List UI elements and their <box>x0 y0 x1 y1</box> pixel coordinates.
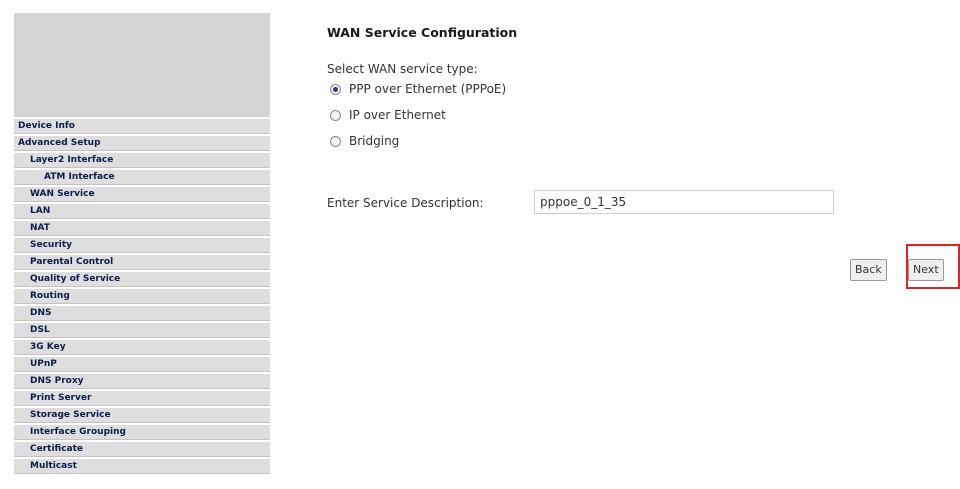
option-pppoe[interactable]: PPP over Ethernet (PPPoE) <box>327 80 506 98</box>
next-button[interactable]: Next <box>908 259 944 281</box>
sidebar-menu: Device Info Advanced Setup Layer2 Interf… <box>14 119 270 474</box>
main-content: WAN Service Configuration Select WAN ser… <box>327 0 960 489</box>
sidebar-item-dns[interactable]: DNS <box>14 306 270 321</box>
sidebar-item-upnp[interactable]: UPnP <box>14 357 270 372</box>
radio-bridging[interactable] <box>330 135 341 147</box>
logo-area <box>14 13 270 117</box>
sidebar-item-storage-service[interactable]: Storage Service <box>14 408 270 423</box>
radio-ipoe[interactable] <box>330 109 341 121</box>
sidebar-item-nat[interactable]: NAT <box>14 221 270 236</box>
radio-pppoe[interactable] <box>330 83 341 95</box>
sidebar-item-print-server[interactable]: Print Server <box>14 391 270 406</box>
sidebar-item-dns-proxy[interactable]: DNS Proxy <box>14 374 270 389</box>
sidebar-item-parental-control[interactable]: Parental Control <box>14 255 270 270</box>
service-description-input[interactable] <box>534 190 834 214</box>
sidebar-item-layer2-interface[interactable]: Layer2 Interface <box>14 153 270 168</box>
service-description-label: Enter Service Description: <box>327 196 484 210</box>
sidebar-item-atm-interface[interactable]: ATM Interface <box>14 170 270 185</box>
sidebar-item-3g-key[interactable]: 3G Key <box>14 340 270 355</box>
option-ipoe-label: IP over Ethernet <box>349 108 446 122</box>
option-ipoe[interactable]: IP over Ethernet <box>327 106 446 124</box>
back-button[interactable]: Back <box>850 259 887 281</box>
option-pppoe-label: PPP over Ethernet (PPPoE) <box>349 82 507 96</box>
option-bridging[interactable]: Bridging <box>327 132 399 150</box>
sidebar-item-advanced-setup[interactable]: Advanced Setup <box>14 136 270 151</box>
page-title: WAN Service Configuration <box>327 25 518 40</box>
sidebar-item-lan[interactable]: LAN <box>14 204 270 219</box>
sidebar-item-multicast[interactable]: Multicast <box>14 459 270 474</box>
service-type-prompt: Select WAN service type: <box>327 62 478 76</box>
sidebar-item-device-info[interactable]: Device Info <box>14 119 270 134</box>
sidebar-item-security[interactable]: Security <box>14 238 270 253</box>
sidebar-item-quality-of-service[interactable]: Quality of Service <box>14 272 270 287</box>
sidebar: Device Info Advanced Setup Layer2 Interf… <box>14 13 270 476</box>
sidebar-item-interface-grouping[interactable]: Interface Grouping <box>14 425 270 440</box>
sidebar-item-wan-service[interactable]: WAN Service <box>14 187 270 202</box>
sidebar-item-certificate[interactable]: Certificate <box>14 442 270 457</box>
option-bridging-label: Bridging <box>349 134 400 148</box>
sidebar-item-routing[interactable]: Routing <box>14 289 270 304</box>
sidebar-item-dsl[interactable]: DSL <box>14 323 270 338</box>
